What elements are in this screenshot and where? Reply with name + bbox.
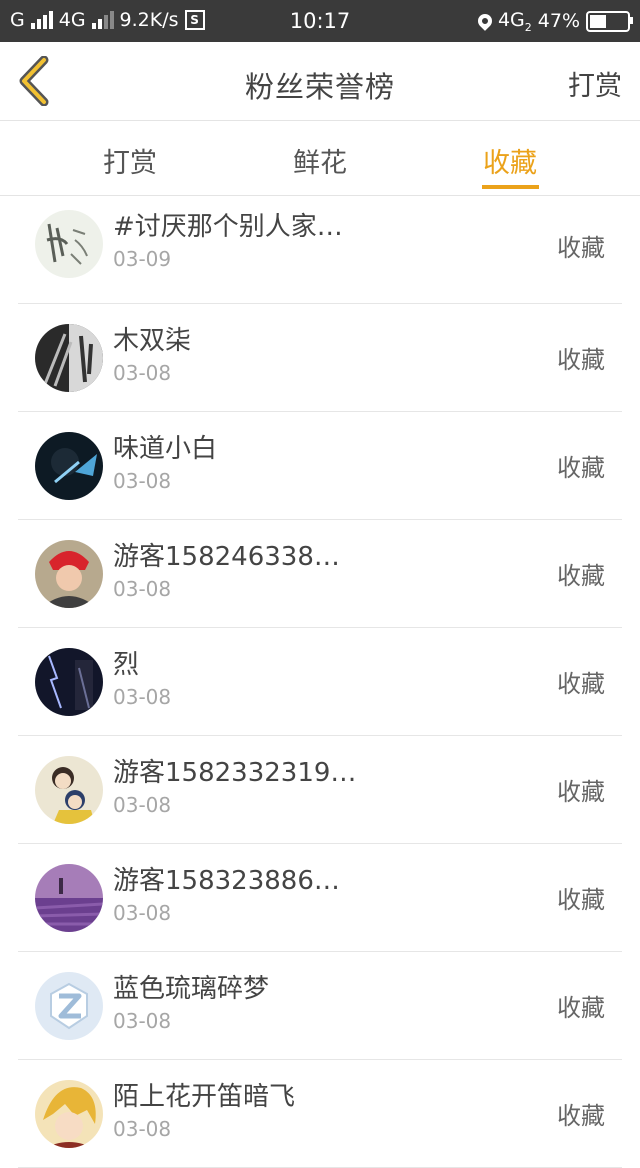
list-item[interactable]: 游客1582332319… 03-08 收藏 — [18, 736, 622, 844]
location-icon — [475, 11, 495, 32]
action-label: 收藏 — [557, 562, 605, 590]
tab-active-indicator — [482, 185, 539, 189]
action-label: 收藏 — [557, 778, 605, 806]
action-label: 收藏 — [557, 886, 605, 914]
user-name: 游客1582332319… — [113, 758, 357, 788]
user-name: 蓝色琉璃碎梦 — [113, 974, 270, 1004]
status-bar: G 4G 9.2K/s S 10:17 4G2 47% — [0, 0, 640, 42]
date-label: 03-08 — [113, 793, 172, 817]
action-label: 收藏 — [557, 234, 605, 262]
list-item[interactable]: 木双柒 03-08 收藏 — [18, 304, 622, 412]
tab-bar: 打赏 鲜花 收藏 — [0, 121, 640, 196]
action-label: 收藏 — [557, 1102, 605, 1130]
avatar — [35, 324, 103, 392]
date-label: 03-08 — [113, 361, 172, 385]
battery-icon — [586, 10, 633, 32]
status-right: 4G2 47% — [475, 9, 633, 34]
avatar — [35, 540, 103, 608]
tab-flowers[interactable]: 鲜花 — [270, 141, 370, 180]
reward-button[interactable]: 打赏 — [568, 64, 622, 103]
avatar — [35, 972, 103, 1040]
fan-list: #讨厌那个别人家… 03-09 收藏 木双柒 03-08 收藏 味道小白 03-… — [18, 196, 622, 1168]
user-name: 陌上花开笛暗飞 — [113, 1082, 296, 1112]
avatar — [35, 648, 103, 716]
list-item[interactable]: 烈 03-08 收藏 — [18, 628, 622, 736]
avatar — [35, 864, 103, 932]
user-name: 味道小白 — [113, 434, 218, 464]
date-label: 03-08 — [113, 577, 172, 601]
action-label: 收藏 — [557, 346, 605, 374]
user-name: 烈 — [113, 650, 140, 680]
list-item[interactable]: 游客158246338… 03-08 收藏 — [18, 520, 622, 628]
date-label: 03-08 — [113, 1117, 172, 1141]
avatar — [35, 432, 103, 500]
action-label: 收藏 — [557, 670, 605, 698]
avatar — [35, 756, 103, 824]
tab-reward[interactable]: 打赏 — [80, 141, 180, 180]
list-item[interactable]: 蓝色琉璃碎梦 03-08 收藏 — [18, 952, 622, 1060]
page-title: 粉丝荣誉榜 — [244, 70, 395, 104]
list-item[interactable]: 游客158323886… 03-08 收藏 — [18, 844, 622, 952]
date-label: 03-09 — [113, 247, 172, 271]
list-item[interactable]: 陌上花开笛暗飞 03-08 收藏 — [18, 1060, 622, 1168]
header: 粉丝荣誉榜 打赏 — [0, 42, 640, 121]
action-label: 收藏 — [557, 454, 605, 482]
list-item[interactable]: 味道小白 03-08 收藏 — [18, 412, 622, 520]
network-right-label: 4G2 — [497, 9, 532, 34]
date-label: 03-08 — [113, 685, 172, 709]
date-label: 03-08 — [113, 1009, 172, 1033]
action-label: 收藏 — [557, 994, 605, 1022]
list-item[interactable]: #讨厌那个别人家… 03-09 收藏 — [18, 196, 622, 304]
user-name: 游客158323886… — [113, 866, 340, 896]
battery-percent: 47% — [537, 10, 580, 33]
date-label: 03-08 — [113, 469, 172, 493]
user-name: 木双柒 — [113, 326, 192, 356]
tab-favorites[interactable]: 收藏 — [460, 141, 560, 180]
avatar — [35, 210, 103, 278]
user-name: #讨厌那个别人家… — [113, 212, 343, 242]
user-name: 游客158246338… — [113, 542, 340, 572]
date-label: 03-08 — [113, 901, 172, 925]
